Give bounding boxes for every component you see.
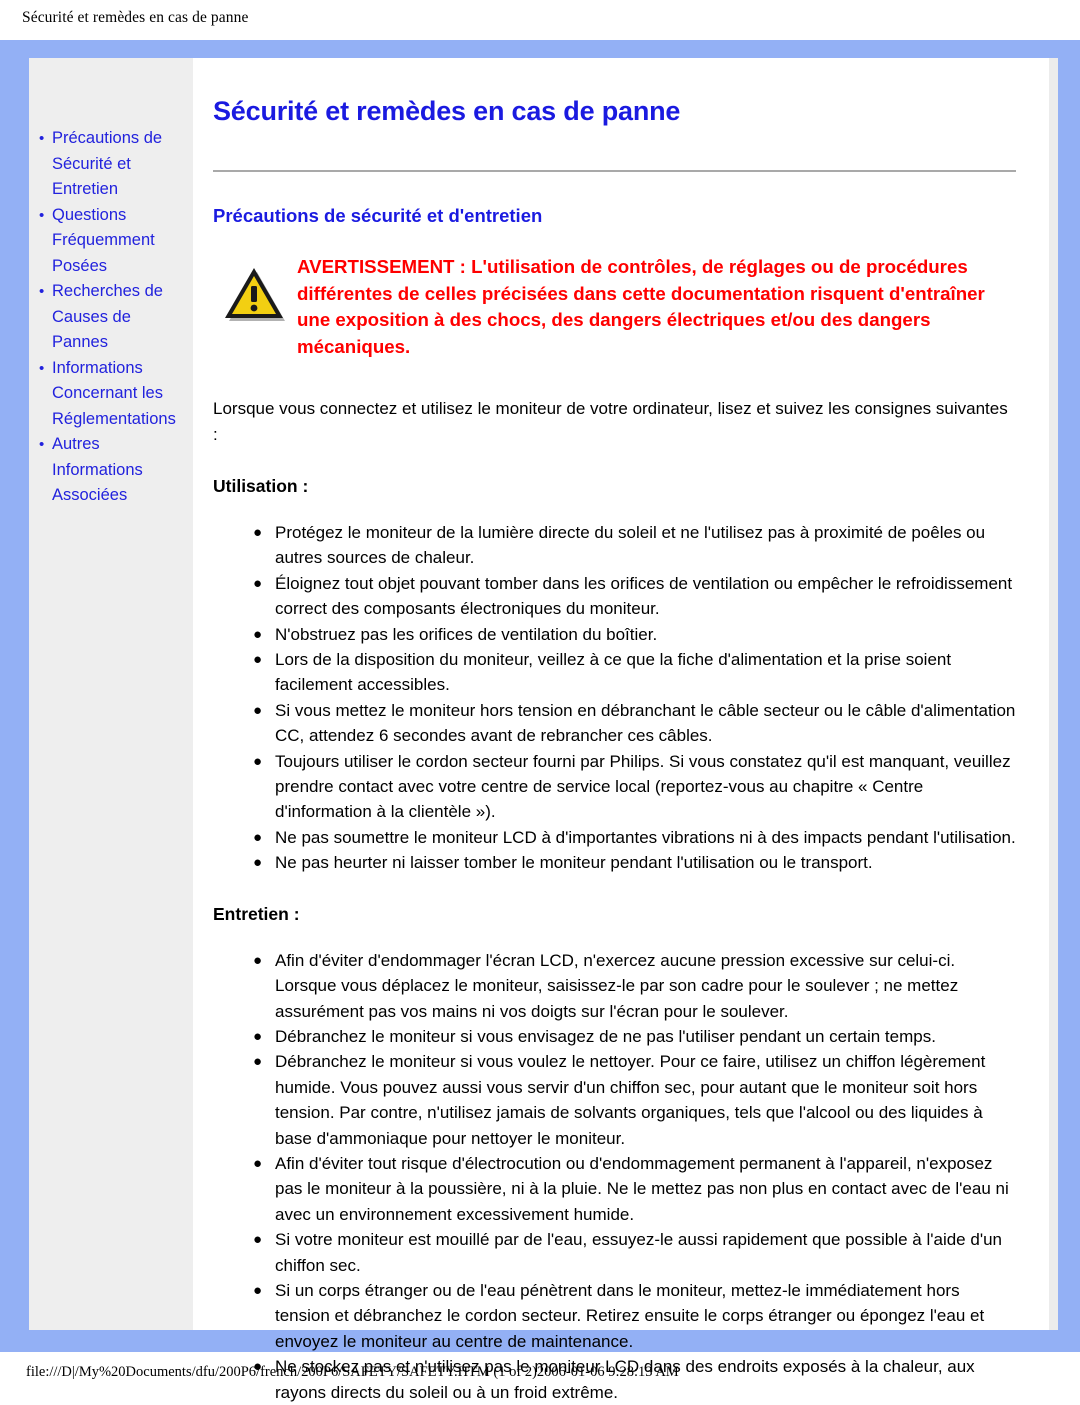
bullet-point-icon: ● xyxy=(253,828,263,846)
list-item: ● N'obstruez pas les orifices de ventilat… xyxy=(253,622,1016,647)
list-item-text: Protégez le moniteur de la lumière direc… xyxy=(275,523,986,568)
bullet-icon: • xyxy=(39,359,45,377)
list-item: ● Ne pas heurter ni laisser tomber le mon… xyxy=(253,850,1016,875)
list-item: ● Si un corps étranger ou de l'eau pénètr… xyxy=(253,1278,1016,1354)
sidebar-link-list: • Précautions de Sécurité et Entretien •… xyxy=(39,126,189,509)
page-frame: • Précautions de Sécurité et Entretien •… xyxy=(0,40,1080,1402)
list-item-text: N'obstruez pas les orifices de ventilati… xyxy=(275,624,658,644)
sidebar-item-label: Informations Concernant les Réglementati… xyxy=(52,358,176,428)
bullet-point-icon: ● xyxy=(253,651,263,669)
list-item: ● Ne stockez pas et n'utilisez pas le mon… xyxy=(253,1354,1016,1405)
warning-message: AVERTISSEMENT : L'utilisation de contrôl… xyxy=(297,256,985,357)
list-item: ● Toujours utiliser le cordon secteur fou… xyxy=(253,749,1016,825)
list-item-text: Ne stockez pas et n'utilisez pas le moni… xyxy=(275,1357,975,1402)
bullet-point-icon: ● xyxy=(253,524,263,541)
bullet-point-icon: ● xyxy=(253,574,263,592)
bullet-point-icon: ● xyxy=(253,701,263,719)
list-item-text: Afin d'éviter d'endommager l'écran LCD, … xyxy=(275,950,959,1021)
list-item-text: Éloignez tout objet pouvant tomber dans … xyxy=(275,573,1013,619)
list-item: ● Ne pas soumettre le moniteur LCD à d'im… xyxy=(253,825,1016,850)
list-item-text: Ne pas heurter ni laisser tomber le moni… xyxy=(275,853,873,873)
bullet-icon: • xyxy=(39,130,45,147)
list-item: ● Lors de la disposition du moniteur, vei… xyxy=(253,647,1016,698)
list-item-text: Si un corps étranger ou de l'eau pénètre… xyxy=(275,1280,985,1351)
list-item-text: Débranchez le moniteur si vous envisagez… xyxy=(275,1026,936,1046)
bullet-icon: • xyxy=(39,206,45,224)
usage-list: ● Protégez le moniteur de la lumière dire… xyxy=(213,520,1016,876)
page-title: Sécurité et remèdes en cas de panne xyxy=(213,96,681,126)
subheading-entretien: Entretien : xyxy=(213,903,300,924)
sidebar-item-troubleshooting[interactable]: • Recherches de Causes de Pannes xyxy=(39,279,189,356)
list-item: ● Débranchez le moniteur si vous envisage… xyxy=(253,1024,1016,1049)
section-heading-precautions: Précautions de sécurité et d'entretien xyxy=(213,205,543,226)
title-divider xyxy=(213,170,1016,172)
list-item: ● Débranchez le moniteur si vous voulez l… xyxy=(253,1049,1016,1151)
sidebar-item-faq[interactable]: • Questions Fréquemment Posées xyxy=(39,203,189,280)
sidebar-navigation: • Précautions de Sécurité et Entretien •… xyxy=(29,58,193,1330)
right-gutter xyxy=(1044,58,1058,1330)
list-item: ● Éloignez tout objet pouvant tomber dans… xyxy=(253,571,1016,622)
bullet-point-icon: ● xyxy=(253,1281,263,1299)
subheading-utilisation: Utilisation : xyxy=(213,476,309,496)
list-item-text: Toujours utiliser le cordon secteur four… xyxy=(275,751,1011,822)
warning-triangle-icon xyxy=(223,252,297,322)
list-item: ● Afin d'éviter d'endommager l'écran LCD,… xyxy=(253,948,1016,1024)
list-item: ● Si vous mettez le moniteur hors tension… xyxy=(253,698,1016,749)
list-item-text: Si vous mettez le moniteur hors tension … xyxy=(275,700,1016,746)
print-header-title: Sécurité et remèdes en cas de panne xyxy=(22,9,249,26)
intro-paragraph: Lorsque vous connectez et utilisez le mo… xyxy=(213,399,1008,444)
sidebar-item-precautions[interactable]: • Précautions de Sécurité et Entretien xyxy=(39,126,189,203)
warning-block: AVERTISSEMENT : L'utilisation de contrôl… xyxy=(223,252,1016,360)
bullet-point-icon: ● xyxy=(253,625,263,643)
sidebar-item-label: Autres Informations Associées xyxy=(52,435,143,504)
bullet-point-icon: ● xyxy=(253,1154,263,1172)
list-item-text: Ne pas soumettre le moniteur LCD à d'imp… xyxy=(275,827,1016,847)
bullet-point-icon: ● xyxy=(253,951,263,969)
main-content: Sécurité et remèdes en cas de panne Préc… xyxy=(193,58,1058,1402)
list-item: ● Si votre moniteur est mouillé par de l'… xyxy=(253,1227,1016,1278)
bullet-point-icon: ● xyxy=(253,1027,263,1045)
list-item-text: Débranchez le moniteur si vous voulez le… xyxy=(275,1052,986,1148)
list-item: ● Protégez le moniteur de la lumière dire… xyxy=(253,520,1016,571)
sidebar-item-label: Recherches de Causes de Pannes xyxy=(52,282,163,351)
maintenance-list: ● Afin d'éviter d'endommager l'écran LCD,… xyxy=(213,948,1016,1405)
bullet-point-icon: ● xyxy=(253,854,263,872)
bullet-point-icon: ● xyxy=(253,1358,263,1376)
sidebar-item-label: Précautions de Sécurité et Entretien xyxy=(52,129,163,198)
sidebar-item-other-info[interactable]: • Autres Informations Associées xyxy=(39,432,189,509)
browser-print-header: Sécurité et remèdes en cas de panne xyxy=(0,0,1080,40)
list-item-text: Lors de la disposition du moniteur, veil… xyxy=(275,650,952,695)
bullet-icon: • xyxy=(39,283,45,300)
list-item-text: Si votre moniteur est mouillé par de l'e… xyxy=(275,1230,1002,1275)
sidebar-item-regulatory[interactable]: • Informations Concernant les Réglementa… xyxy=(39,356,189,433)
bullet-icon: • xyxy=(39,436,45,453)
bullet-point-icon: ● xyxy=(253,1231,263,1249)
sidebar-item-label: Questions Fréquemment Posées xyxy=(52,205,155,275)
bullet-point-icon: ● xyxy=(253,1053,263,1071)
list-item: ● Afin d'éviter tout risque d'électrocuti… xyxy=(253,1151,1016,1227)
list-item-text: Afin d'éviter tout risque d'électrocutio… xyxy=(275,1153,1009,1224)
page-inner: • Précautions de Sécurité et Entretien •… xyxy=(29,58,1058,1402)
bullet-point-icon: ● xyxy=(253,752,263,770)
